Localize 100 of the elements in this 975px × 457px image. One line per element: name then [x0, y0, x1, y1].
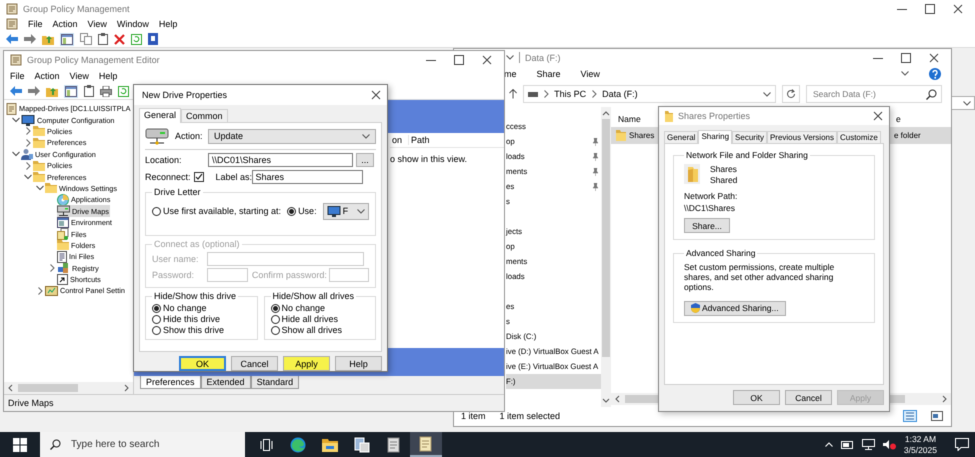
- vertical-scrollbar[interactable]: [601, 107, 611, 407]
- radio-button[interactable]: Use:: [287, 206, 317, 216]
- checkbox[interactable]: [194, 172, 204, 182]
- chevron-right-icon[interactable]: [24, 127, 30, 136]
- location-field[interactable]: \\DC01\Shares: [208, 153, 353, 167]
- pin-icon[interactable]: [592, 152, 599, 160]
- close-icon[interactable]: [929, 52, 939, 62]
- ribbon-tab[interactable]: View: [580, 68, 600, 78]
- tab[interactable]: Common: [181, 109, 228, 122]
- menu-item[interactable]: Help: [158, 19, 178, 29]
- book-icon[interactable]: [148, 33, 158, 45]
- help-icon[interactable]: [929, 68, 941, 80]
- ribbon-tab[interactable]: Share: [536, 68, 561, 78]
- tab[interactable]: Extended: [200, 376, 251, 389]
- refresh-icon[interactable]: [131, 34, 142, 44]
- breadcrumb[interactable]: This PC: [554, 89, 586, 99]
- maximize-icon[interactable]: [454, 55, 464, 65]
- network-icon[interactable]: [862, 439, 875, 450]
- radio-button[interactable]: Hide this drive: [152, 314, 250, 324]
- menu-item[interactable]: Window: [116, 19, 149, 29]
- pin-icon[interactable]: [592, 182, 599, 190]
- help-button[interactable]: Help: [335, 356, 382, 371]
- copy-icon[interactable]: [80, 33, 92, 45]
- dropdown-field[interactable]: [951, 96, 975, 110]
- close-icon[interactable]: [953, 4, 963, 14]
- ok-button[interactable]: OK: [179, 356, 226, 371]
- cancel-button[interactable]: Cancel: [785, 390, 832, 405]
- close-icon[interactable]: [482, 55, 492, 65]
- cancel-button[interactable]: Cancel: [231, 356, 278, 371]
- column-header[interactable]: e: [894, 114, 951, 124]
- details-view-icon[interactable]: [903, 410, 917, 422]
- chevron-down-icon[interactable]: [12, 151, 20, 158]
- search-input[interactable]: Type here to search: [69, 438, 245, 451]
- menu-item[interactable]: Action: [34, 71, 60, 81]
- battery-icon[interactable]: [840, 440, 854, 448]
- notification-icon[interactable]: [955, 438, 969, 451]
- menu-item[interactable]: View: [88, 19, 107, 29]
- advanced-sharing-button[interactable]: Advanced Sharing...: [684, 300, 786, 316]
- drive-letter-dropdown[interactable]: F: [322, 202, 369, 220]
- back-arrow-icon[interactable]: [6, 34, 18, 44]
- panel-icon[interactable]: [64, 84, 78, 98]
- refresh-icon[interactable]: [118, 86, 129, 96]
- close-icon[interactable]: [873, 111, 883, 121]
- label-field[interactable]: Shares: [252, 170, 363, 184]
- tab[interactable]: Customize: [836, 131, 881, 143]
- maximize-icon[interactable]: [901, 52, 911, 62]
- search-field[interactable]: Search Data (F:): [806, 85, 942, 103]
- speaker-muted-icon[interactable]: [882, 439, 896, 450]
- radio-button[interactable]: Show this drive: [152, 325, 250, 335]
- printer-icon[interactable]: [100, 86, 112, 96]
- up-arrow-icon[interactable]: [509, 89, 518, 99]
- up-caret-icon[interactable]: [824, 442, 833, 447]
- taskbar-button[interactable]: [410, 432, 442, 457]
- forward-arrow-icon[interactable]: [28, 86, 40, 96]
- chevron-right-icon[interactable]: [591, 90, 598, 98]
- pin-icon[interactable]: [592, 168, 599, 176]
- chevron-down-icon[interactable]: [36, 185, 44, 192]
- share-button[interactable]: Share...: [684, 218, 730, 233]
- radio-button[interactable]: Use first available, starting at:: [152, 206, 282, 216]
- pin-icon[interactable]: [592, 138, 599, 146]
- column-header[interactable]: Path: [408, 135, 436, 145]
- menu-item[interactable]: Help: [98, 71, 118, 81]
- chevron-right-icon[interactable]: [24, 162, 30, 170]
- tab[interactable]: Previous Versions: [766, 131, 837, 143]
- delete-icon[interactable]: [114, 34, 125, 44]
- menu-item[interactable]: File: [28, 19, 43, 29]
- browse-button[interactable]: ...: [356, 153, 374, 167]
- chevron-right-icon[interactable]: [48, 264, 54, 272]
- radio-button[interactable]: No change: [270, 303, 369, 313]
- tab[interactable]: Sharing: [698, 130, 732, 144]
- tab[interactable]: Standard: [250, 376, 300, 389]
- clipboard-icon[interactable]: [98, 33, 108, 45]
- back-arrow-icon[interactable]: [10, 86, 22, 96]
- folder-up-icon[interactable]: [42, 34, 54, 44]
- tab[interactable]: Security: [732, 131, 767, 143]
- apply-button[interactable]: Apply: [283, 356, 330, 371]
- folder-up-icon[interactable]: [46, 86, 58, 96]
- action-dropdown[interactable]: Update: [208, 128, 376, 144]
- clipboard-icon[interactable]: [84, 85, 94, 97]
- menu-item[interactable]: Action: [52, 19, 78, 29]
- chevron-right-icon[interactable]: [24, 138, 30, 147]
- radio-button[interactable]: Hide all drives: [270, 314, 369, 324]
- menu-item[interactable]: View: [70, 71, 89, 81]
- tab[interactable]: General: [139, 108, 182, 123]
- windows-logo-icon[interactable]: [13, 438, 27, 452]
- radio-button[interactable]: No change: [152, 303, 250, 313]
- panel-icon[interactable]: [60, 32, 74, 46]
- chevron-down-icon[interactable]: [24, 174, 32, 180]
- tiles-view-icon[interactable]: [931, 411, 943, 421]
- close-icon[interactable]: [371, 90, 381, 100]
- maximize-icon[interactable]: [925, 4, 935, 14]
- search-field[interactable]: Type here to search: [40, 432, 245, 457]
- breadcrumb[interactable]: Data (F:): [602, 89, 638, 99]
- column-header[interactable]: on: [390, 135, 408, 145]
- horizontal-scrollbar[interactable]: [4, 382, 133, 394]
- search-input[interactable]: Search Data (F:): [811, 88, 926, 100]
- tab[interactable]: General: [664, 131, 698, 143]
- address-bar[interactable]: This PC Data (F:): [523, 85, 776, 103]
- refresh-button[interactable]: [782, 85, 800, 103]
- chevron-right-icon[interactable]: [36, 286, 42, 295]
